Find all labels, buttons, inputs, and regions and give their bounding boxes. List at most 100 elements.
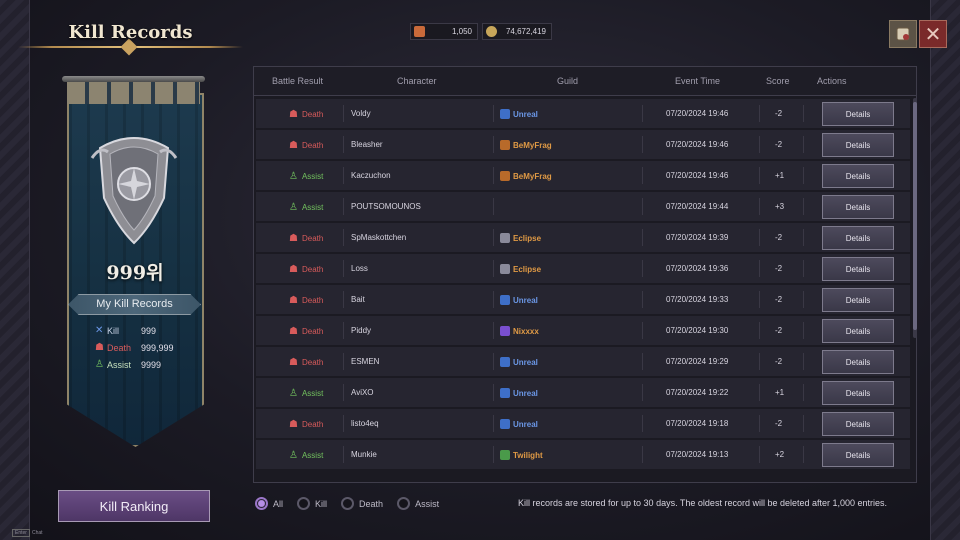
character-name: Bait (351, 295, 365, 304)
guild-emblem-icon (500, 264, 510, 274)
column-divider (803, 291, 804, 308)
scrollbar-thumb[interactable] (913, 102, 917, 330)
details-button[interactable]: Details (822, 319, 894, 343)
close-button[interactable]: ✕ (919, 20, 947, 48)
score-value: +3 (775, 202, 785, 211)
event-time: 07/20/2024 19:46 (666, 140, 729, 149)
column-divider (343, 384, 344, 401)
details-button[interactable]: Details (822, 133, 894, 157)
header-battle-result: Battle Result (272, 76, 324, 86)
event-time: 07/20/2024 19:29 (666, 357, 729, 366)
battle-result-label: Death (301, 420, 324, 429)
battle-result-label: Assist (301, 451, 324, 460)
table-row: ♙ Assist Munkie Twilight 07/20/2024 19:13 +2 D… (256, 440, 910, 470)
table-scrollbar[interactable] (913, 98, 917, 338)
column-divider (343, 167, 344, 184)
details-button[interactable]: Details (822, 412, 894, 436)
filter-all-label: All (273, 498, 284, 509)
column-divider (759, 415, 760, 432)
event-time: 07/20/2024 19:46 (666, 109, 729, 118)
column-divider (759, 136, 760, 153)
stat-assist: ♙ Assist 9999 (95, 356, 185, 373)
details-button[interactable]: Details (822, 164, 894, 188)
column-divider (493, 136, 494, 153)
details-button[interactable]: Details (822, 288, 894, 312)
character-name: listo4eq (351, 419, 379, 428)
battle-result: ♙ Assist (289, 171, 323, 182)
character-name: ESMEN (351, 357, 380, 366)
my-kill-records-label: My Kill Records (68, 294, 201, 315)
filter-assist[interactable]: Assist (397, 497, 439, 510)
currency-ticket: 1,050 (410, 23, 478, 40)
column-divider (343, 446, 344, 463)
column-divider (493, 167, 494, 184)
column-divider (642, 384, 643, 401)
event-time: 07/20/2024 19:13 (666, 450, 729, 459)
table-row: ☗ Death listo4eq Unreal 07/20/2024 19:18 -2 De… (256, 409, 910, 439)
scroll-icon (896, 27, 910, 41)
details-button[interactable]: Details (822, 350, 894, 374)
scroll-guide-button[interactable] (889, 20, 917, 48)
event-time: 07/20/2024 19:44 (666, 202, 729, 211)
score-value: -2 (775, 233, 783, 242)
character-name: POUTSOMOUNOS (351, 202, 421, 211)
guild-name: BeMyFrag (513, 140, 552, 150)
details-button[interactable]: Details (822, 195, 894, 219)
kill-records-table: Battle Result Character Guild Event Time… (253, 66, 917, 483)
details-button[interactable]: Details (822, 443, 894, 467)
battle-result-label: Death (301, 327, 324, 336)
column-divider (343, 415, 344, 432)
column-divider (759, 260, 760, 277)
column-divider (493, 291, 494, 308)
radio-icon (341, 497, 355, 510)
guild: Eclipse (500, 264, 541, 274)
tombstone-icon: ☗ (289, 233, 298, 244)
stat-death: ☗ Death 999,999 (95, 339, 185, 356)
header-guild: Guild (557, 76, 579, 86)
filter-kill[interactable]: Kill (297, 497, 327, 510)
guild: Unreal (500, 419, 538, 429)
table-row: ☗ Death Bait Unreal 07/20/2024 19:33 -2 Detail… (256, 285, 910, 315)
header-event-time: Event Time (675, 76, 721, 86)
currency-coin-value: 74,672,419 (505, 27, 546, 36)
event-time: 07/20/2024 19:22 (666, 388, 729, 397)
column-divider (759, 446, 760, 463)
column-divider (493, 384, 494, 401)
score-value: +1 (775, 171, 785, 180)
battle-result: ☗ Death (289, 264, 323, 275)
details-button[interactable]: Details (822, 381, 894, 405)
tombstone-icon: ☗ (289, 357, 298, 368)
battle-result-label: Death (301, 358, 324, 367)
details-button[interactable]: Details (822, 257, 894, 281)
assist-person-icon: ♙ (289, 450, 298, 461)
column-divider (343, 322, 344, 339)
table-row: ☗ Death Loss Eclipse 07/20/2024 19:36 -2 Detai… (256, 254, 910, 284)
details-button[interactable]: Details (822, 226, 894, 250)
stat-kill-value: 999 (141, 325, 157, 336)
battle-result-label: Assist (301, 389, 324, 398)
kill-ranking-button[interactable]: Kill Ranking (58, 490, 210, 522)
assist-person-icon: ♙ (289, 388, 298, 399)
guild-name: Eclipse (513, 233, 542, 243)
guild-emblem-icon (500, 388, 510, 398)
column-divider (493, 260, 494, 277)
filter-all[interactable]: All (255, 497, 283, 510)
column-divider (803, 384, 804, 401)
filter-death[interactable]: Death (341, 497, 383, 510)
guild-emblem-icon (500, 419, 510, 429)
column-divider (343, 260, 344, 277)
details-button[interactable]: Details (822, 102, 894, 126)
ticket-icon (414, 26, 425, 37)
column-divider (803, 446, 804, 463)
event-time: 07/20/2024 19:36 (666, 264, 729, 273)
column-divider (493, 415, 494, 432)
column-divider (803, 167, 804, 184)
currency-coin: 74,672,419 (482, 23, 552, 40)
column-divider (642, 446, 643, 463)
table-row: ♙ Assist Kaczuchon BeMyFrag 07/20/2024 19:46… (256, 161, 910, 191)
stat-death-label: Death (107, 342, 132, 353)
column-divider (759, 229, 760, 246)
column-divider (642, 260, 643, 277)
battle-result: ♙ Assist (289, 388, 323, 399)
radio-icon (297, 497, 311, 510)
